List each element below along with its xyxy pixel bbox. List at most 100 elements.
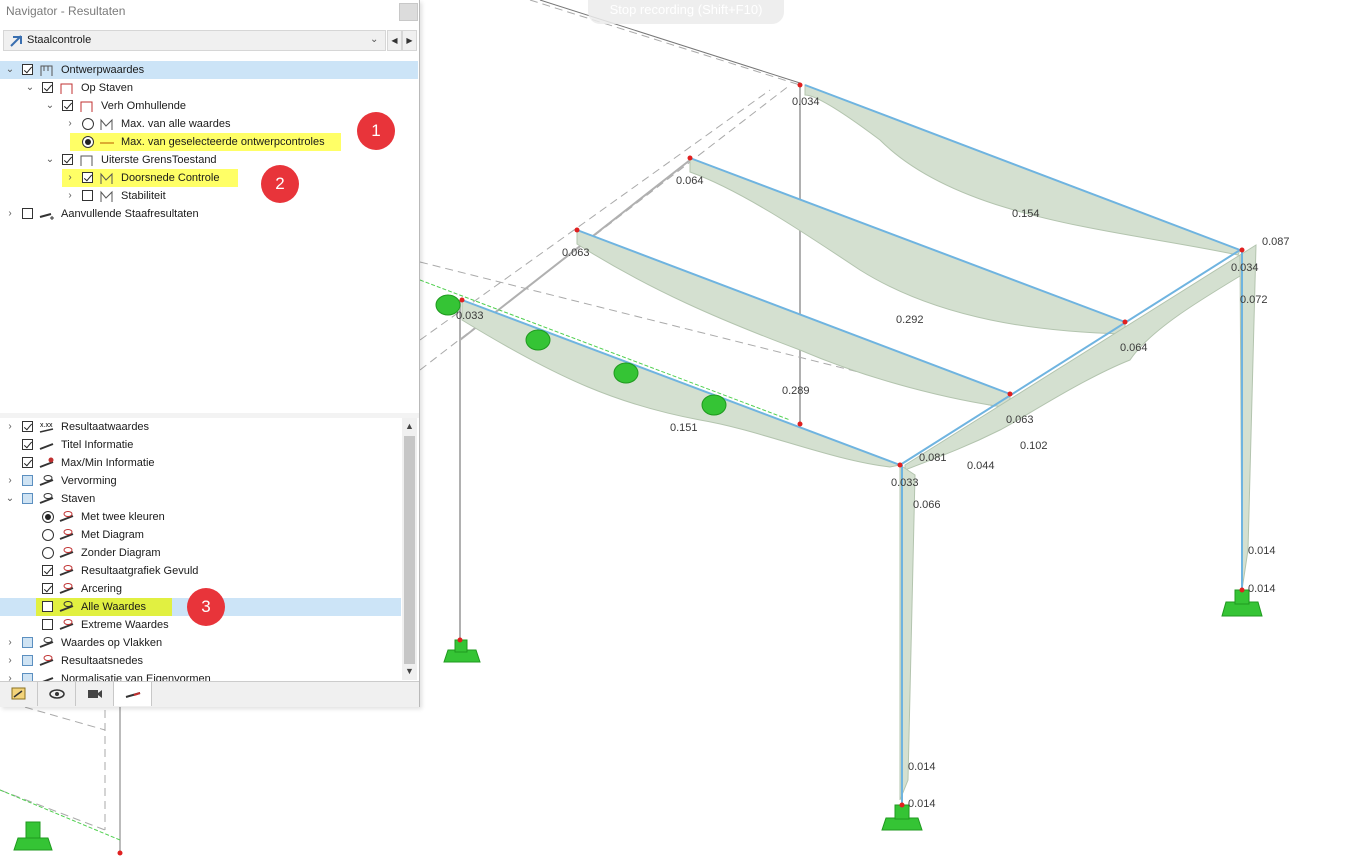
expand-icon[interactable]: › [5, 637, 15, 649]
next-module-button[interactable]: ▶ [402, 30, 417, 51]
expand-icon[interactable]: › [65, 118, 75, 130]
result-value-label: 0.292 [896, 314, 924, 326]
option-vervorming[interactable]: › Vervorming [0, 472, 400, 490]
option-resultaatsnedes[interactable]: › Resultaatsnedes [0, 652, 400, 670]
checkbox[interactable] [82, 190, 93, 201]
chevron-down-icon[interactable]: ⌄ [370, 34, 378, 45]
checkbox[interactable] [22, 64, 33, 75]
checkbox[interactable] [22, 475, 33, 486]
callout-badge-1: 1 [357, 112, 395, 150]
radio-button[interactable] [82, 118, 94, 130]
checkbox[interactable] [42, 583, 53, 594]
with-diagram-icon [59, 529, 74, 540]
collapse-icon[interactable]: ⌄ [45, 100, 55, 112]
collapse-icon[interactable]: ⌄ [45, 154, 55, 166]
expand-icon[interactable]: › [65, 172, 75, 184]
close-button[interactable] [399, 3, 418, 21]
max-icon [100, 118, 113, 130]
extreme-values-icon [59, 619, 74, 630]
tree-item-ontwerpwaardes[interactable]: ⌄ Ontwerpwaardes [0, 61, 418, 79]
checkbox[interactable] [62, 154, 73, 165]
option-waardes-op-vlakken[interactable]: › Waardes op Vlakken [0, 634, 400, 652]
surface-values-icon [39, 637, 54, 648]
navigator-panel: Navigator - Resultaten Staalcontrole ⌄ ◀… [0, 0, 420, 707]
scroll-down-icon[interactable]: ▼ [405, 666, 414, 676]
checkbox[interactable] [42, 565, 53, 576]
option-met-diagram[interactable]: Met Diagram [0, 526, 400, 544]
result-value-label: 0.154 [1012, 208, 1040, 220]
result-value-label: 0.014 [908, 798, 936, 810]
module-select-value: Staalcontrole [27, 34, 92, 46]
tree-item-max-geselecteerde[interactable]: Max. van geselecteerde ontwerpcontroles [70, 133, 341, 151]
tree-item-stabiliteit[interactable]: › Stabiliteit [0, 187, 418, 205]
checkbox[interactable] [22, 439, 33, 450]
option-titel-informatie[interactable]: Titel Informatie [0, 436, 400, 454]
tree-item-max-alle-waardes[interactable]: › Max. van alle waardes [0, 115, 418, 133]
checkbox[interactable] [62, 100, 73, 111]
result-value-label: 0.033 [456, 310, 484, 322]
all-values-icon [59, 601, 74, 612]
tree-item-doorsnede-controle[interactable]: › Doorsnede Controle [62, 169, 238, 187]
result-value-label: 0.063 [1006, 414, 1034, 426]
checkbox[interactable] [22, 457, 33, 468]
checkbox[interactable] [22, 637, 33, 648]
expand-icon[interactable]: › [5, 655, 15, 667]
radio-button[interactable] [42, 547, 54, 559]
scroll-up-icon[interactable]: ▲ [405, 421, 414, 431]
view-tab-icon [49, 689, 65, 699]
result-value-label: 0.034 [1231, 262, 1259, 274]
checkbox[interactable] [22, 421, 33, 432]
collapse-icon[interactable]: ⌄ [25, 82, 35, 94]
checkbox[interactable] [22, 655, 33, 666]
navigator-tabs [0, 681, 419, 707]
option-resultaatwaardes[interactable]: › x.xx Resultaatwaardes [0, 418, 400, 436]
checkbox[interactable] [42, 619, 53, 630]
checkbox[interactable] [22, 493, 33, 504]
radio-button[interactable] [42, 529, 54, 541]
scrollbar-thumb[interactable] [404, 436, 415, 664]
checkbox[interactable] [82, 172, 93, 183]
option-zonder-diagram[interactable]: Zonder Diagram [0, 544, 400, 562]
camera-tab[interactable] [76, 682, 114, 706]
maxmin-info-icon [39, 457, 54, 468]
view-tab[interactable] [38, 682, 76, 706]
option-resultaatgrafiek-gevuld[interactable]: Resultaatgrafiek Gevuld [0, 562, 400, 580]
normalization-icon [42, 677, 54, 681]
option-normalisatie[interactable]: › Normalisatie van Eigenvormen [0, 670, 400, 681]
recording-hint[interactable]: Stop recording (Shift+F10) [588, 0, 784, 24]
tree-item-aanvullende[interactable]: › Aanvullende Staafresultaten [0, 205, 418, 223]
tree-item-op-staven[interactable]: ⌄ Op Staven [0, 79, 418, 97]
radio-button[interactable] [42, 511, 54, 523]
result-value-label: 0.064 [1120, 342, 1148, 354]
expand-icon[interactable]: › [5, 673, 15, 681]
tree-item-verh-omhullende[interactable]: ⌄ Verh Omhullende [0, 97, 418, 115]
data-tab[interactable] [0, 682, 38, 706]
expand-icon[interactable]: › [5, 208, 15, 220]
result-value-label: 0.044 [967, 460, 995, 472]
collapse-icon[interactable]: ⌄ [5, 493, 15, 505]
checkbox[interactable] [42, 601, 53, 612]
expand-icon[interactable]: › [5, 475, 15, 487]
navigator-titlebar[interactable]: Navigator - Resultaten [0, 0, 419, 24]
title-info-icon [39, 443, 54, 450]
options-scrollbar[interactable]: ▲ ▼ [402, 418, 417, 680]
checkbox[interactable] [42, 82, 53, 93]
option-max-min-informatie[interactable]: Max/Min Informatie [0, 454, 400, 472]
option-met-twee-kleuren[interactable]: Met twee kleuren [0, 508, 400, 526]
checkbox[interactable] [22, 208, 33, 219]
results-tab[interactable] [114, 682, 152, 706]
collapse-icon[interactable]: ⌄ [5, 64, 15, 76]
expand-icon[interactable]: › [5, 421, 15, 433]
result-value-label: 0.081 [919, 452, 947, 464]
data-tab-icon [11, 687, 26, 700]
result-diagrams [461, 84, 1257, 801]
checkbox[interactable] [22, 673, 33, 681]
expand-icon[interactable]: › [65, 190, 75, 202]
tree-item-uiterste-grenstoestand[interactable]: ⌄ Uiterste GrensToestand [0, 151, 418, 169]
result-value-label: 0.102 [1020, 440, 1048, 452]
result-value-label: 0.087 [1262, 236, 1290, 248]
module-select[interactable]: Staalcontrole ⌄ [3, 30, 386, 51]
radio-button[interactable] [82, 136, 94, 148]
option-staven[interactable]: ⌄ Staven [0, 490, 400, 508]
previous-module-button[interactable]: ◀ [387, 30, 402, 51]
